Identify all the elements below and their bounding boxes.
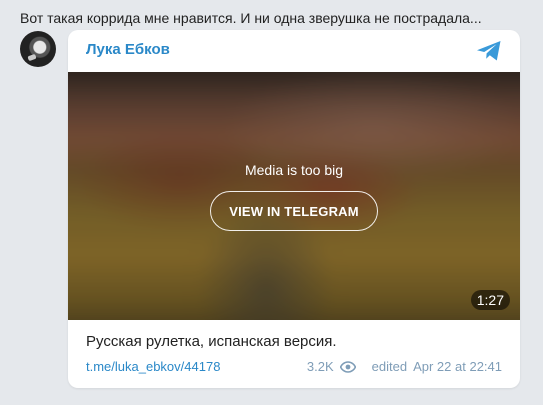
view-count: 3.2K [306,359,334,374]
video-media[interactable]: Media is too big VIEW IN TELEGRAM 1:27 [68,72,520,320]
view-in-telegram-button[interactable]: VIEW IN TELEGRAM [210,191,378,231]
post-date[interactable]: Apr 22 at 22:41 [413,359,502,374]
post-author[interactable]: Лука Ебков [86,41,170,58]
avatar[interactable] [20,31,56,67]
post-footer: t.me/luka_ebkov/44178 3.2K edited Apr 22… [86,359,502,377]
post-meta: 3.2K edited Apr 22 at 22:41 [307,359,502,374]
message-caption: Вот такая коррида мне нравится. И ни одн… [20,10,482,26]
video-duration-badge: 1:27 [470,290,510,310]
media-too-big-notice: Media is too big [244,162,344,178]
edited-label: edited [371,359,408,374]
post-link[interactable]: t.me/luka_ebkov/44178 [86,359,220,374]
post-card: Лука Ебков Media is too big VIEW IN TELE… [68,30,520,388]
eye-icon [339,360,356,373]
post-text: Русская рулетка, испанская версия. [86,333,337,350]
telegram-logo-icon[interactable] [476,40,502,62]
